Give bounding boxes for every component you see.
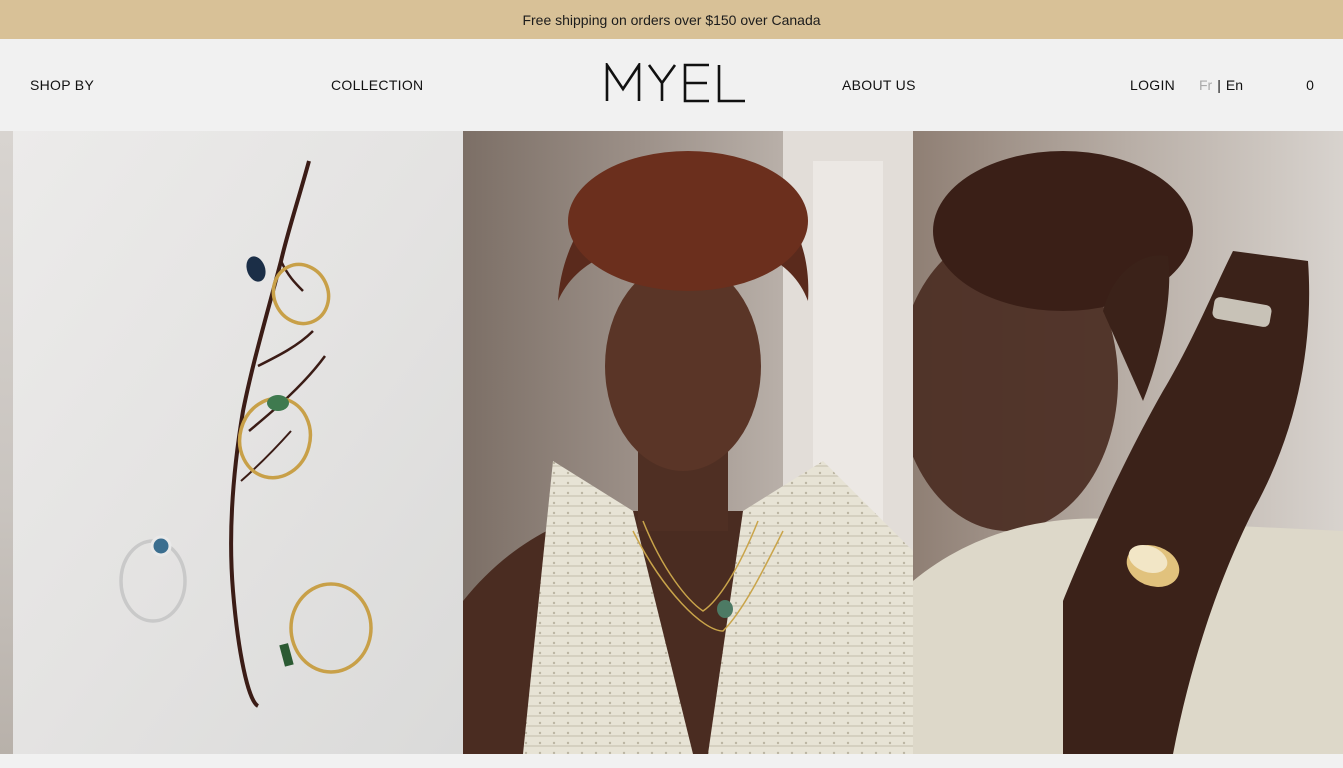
rings-on-branch-image[interactable] [13, 131, 463, 754]
announcement-text: Free shipping on orders over $150 over C… [522, 11, 821, 28]
nav-about-us[interactable]: ABOUT US [842, 39, 916, 131]
nav-collection[interactable]: COLLECTION [331, 39, 423, 131]
language-en[interactable]: En [1226, 77, 1243, 93]
hero-gallery [0, 131, 1343, 754]
language-separator: | [1217, 77, 1221, 93]
gallery-edge-image [0, 131, 13, 754]
language-fr[interactable]: Fr [1199, 77, 1212, 93]
myel-logo[interactable] [605, 63, 747, 103]
model-hands-rings-image[interactable] [913, 131, 1343, 754]
cart-count[interactable]: 0 [1300, 39, 1320, 131]
announcement-bar: Free shipping on orders over $150 over C… [0, 0, 1343, 39]
page-bottom-background [0, 754, 1343, 768]
nav-shop-by[interactable]: SHOP BY [30, 39, 94, 131]
login-link[interactable]: LOGIN [1130, 39, 1175, 131]
site-header: SHOP BY COLLECTION ABOUT US LOGIN Fr | E… [0, 39, 1343, 131]
model-necklace-image[interactable] [463, 131, 913, 754]
language-switcher: Fr | En [1199, 39, 1243, 131]
